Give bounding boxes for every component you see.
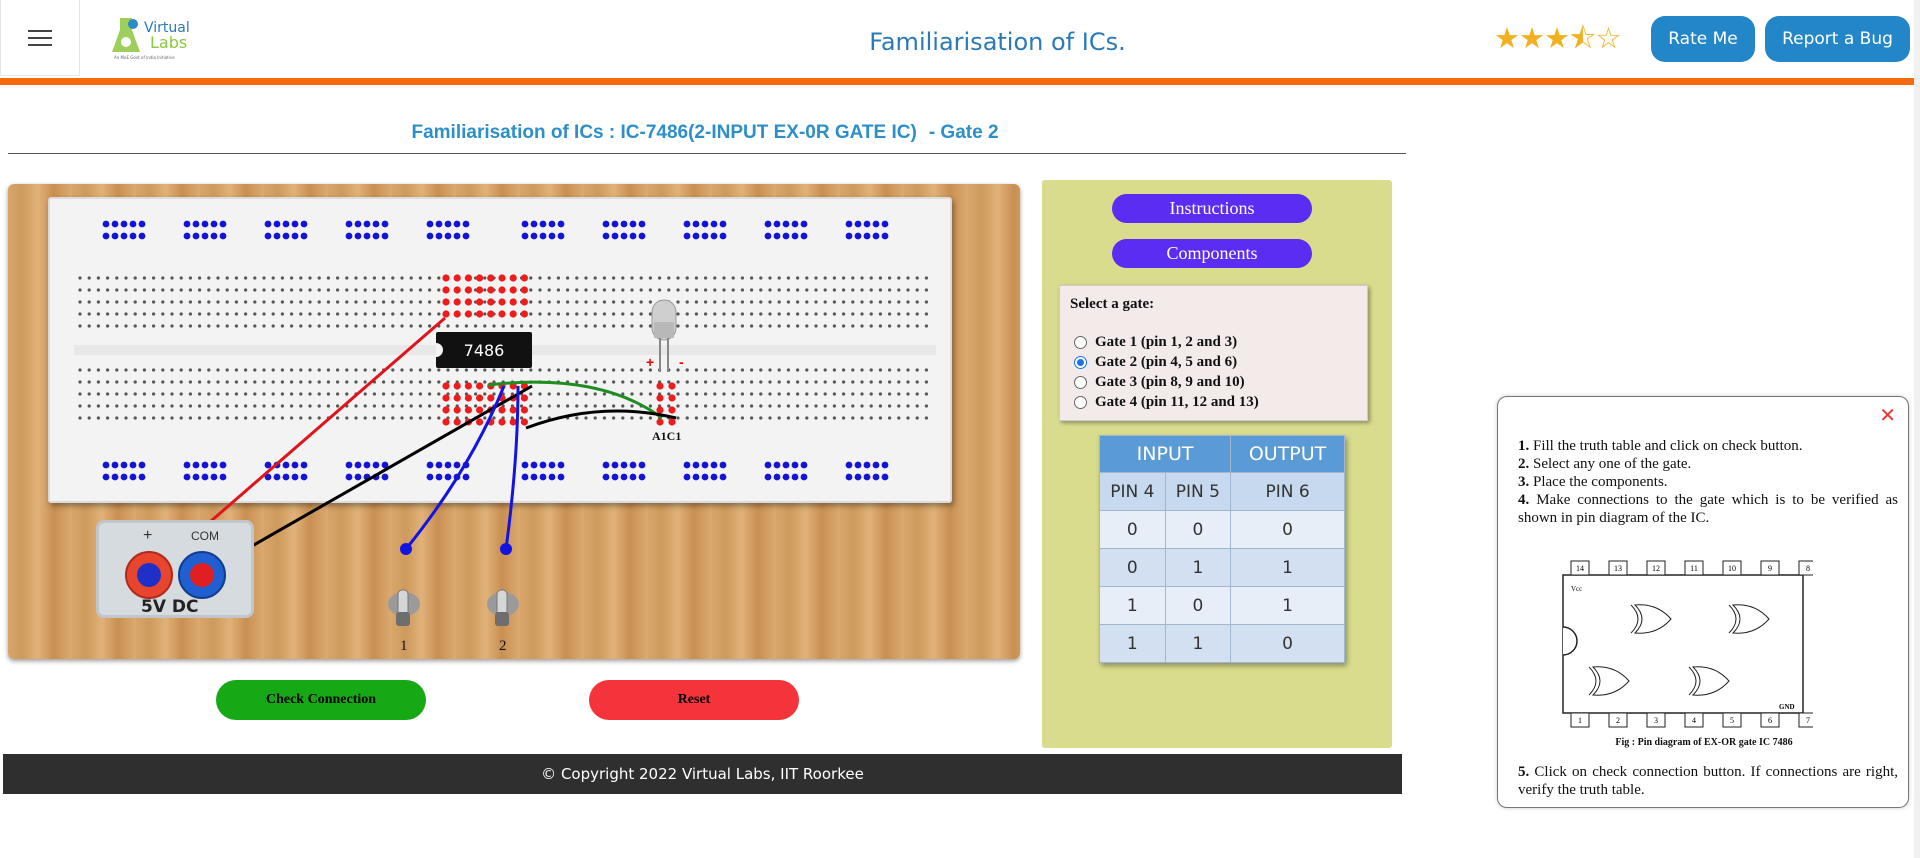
radio-button[interactable]: [1074, 396, 1087, 409]
led-plus-label: +: [646, 354, 654, 370]
ic-label: 7486: [464, 341, 505, 360]
gate-option-2[interactable]: Gate 2 (pin 4, 5 and 6): [1074, 354, 1237, 371]
table-row: 1 0 1: [1099, 586, 1345, 625]
page-scrollbar[interactable]: [1914, 0, 1920, 858]
power-supply[interactable]: + COM 5V DC: [96, 520, 254, 618]
table-row: 1 1 0: [1099, 624, 1345, 663]
gate-option-3[interactable]: Gate 3 (pin 8, 9 and 10): [1074, 374, 1245, 391]
input-header: INPUT: [1098, 435, 1232, 473]
instruction-step: 4. Make connections to the gate which is…: [1518, 492, 1899, 526]
pin-number: 14: [1576, 564, 1584, 573]
table-cell: 1: [1164, 624, 1232, 663]
output-cell[interactable]: 0: [1230, 624, 1345, 663]
vcc-label: Vcc: [1571, 585, 1582, 593]
table-row: 0 0 0: [1099, 510, 1345, 549]
table-cell: 0: [1164, 586, 1232, 625]
switch-2-label: 2: [499, 638, 507, 654]
instruction-step: 1. Fill the truth table and click on che…: [1518, 438, 1803, 454]
toggle-switch-2: [487, 589, 519, 626]
table-cell: 1: [1164, 548, 1232, 587]
radio-button-selected[interactable]: [1074, 356, 1087, 369]
black-wire-led: [525, 409, 677, 430]
table-row: 0 1 1: [1099, 548, 1345, 587]
output-cell[interactable]: 0: [1230, 510, 1345, 549]
psu-voltage-label: 5V DC: [141, 597, 199, 617]
pin-diagram: 14 13 12 11 10 9 8 1234567 Vcc GND: [1562, 560, 1813, 728]
led-id-label: A1C1: [652, 429, 681, 443]
pin-number: 3: [1654, 716, 1658, 725]
toggle-switch-1: [388, 589, 420, 626]
footer: © Copyright 2022 Virtual Labs, IIT Roork…: [3, 754, 1402, 794]
instructions-popup: ✕ 1. Fill the truth table and click on c…: [1497, 396, 1909, 808]
instruction-step: 5. Click on check connection button. If …: [1518, 764, 1899, 798]
instruction-step: 3. Place the components.: [1518, 474, 1668, 490]
pin-number: 4: [1692, 716, 1696, 725]
psu-terminals: [125, 551, 226, 599]
table-cell: 1: [1099, 624, 1166, 663]
led-minus-label: -: [679, 354, 684, 370]
pin-number: 13: [1614, 564, 1622, 573]
pin-number: 9: [1768, 564, 1772, 573]
radio-button[interactable]: [1074, 336, 1087, 349]
gate-option-label: Gate 2 (pin 4, 5 and 6): [1095, 354, 1238, 370]
pin-number: 5: [1730, 716, 1734, 725]
ic-7486-chip: 7486: [436, 332, 532, 368]
reset-button[interactable]: Reset: [589, 680, 799, 720]
output-cell[interactable]: 1: [1230, 548, 1345, 587]
gate-selector: Select a gate: Gate 1 (pin 1, 2 and 3) G…: [1059, 285, 1368, 421]
column-header: PIN 4: [1099, 472, 1166, 511]
pin-number: 10: [1728, 564, 1736, 573]
pin-number: 12: [1652, 564, 1660, 573]
radio-button[interactable]: [1074, 376, 1087, 389]
switch-2-terminal: [500, 543, 512, 555]
gate-selector-label: Select a gate:: [1070, 296, 1155, 312]
truth-table: INPUT OUTPUT PIN 4 PIN 5 PIN 6 0 0 0 0 1…: [1098, 435, 1345, 663]
column-header: PIN 5: [1164, 472, 1232, 511]
instructions-button[interactable]: Instructions: [1112, 194, 1312, 223]
table-cell: 0: [1099, 510, 1166, 549]
gate-option-label: Gate 3 (pin 8, 9 and 10): [1095, 374, 1245, 390]
table-cell: 0: [1164, 510, 1232, 549]
gate-option-1[interactable]: Gate 1 (pin 1, 2 and 3): [1074, 334, 1237, 351]
pin-number: 7: [1806, 716, 1810, 725]
column-header: PIN 6: [1230, 472, 1345, 511]
pin-diagram-caption: Fig : Pin diagram of EX-OR gate IC 7486: [1615, 737, 1793, 748]
gate-option-label: Gate 1 (pin 1, 2 and 3): [1095, 334, 1238, 350]
instructions-list: 1. Fill the truth table and click on che…: [1518, 437, 1898, 527]
gate-option-4[interactable]: Gate 4 (pin 11, 12 and 13): [1074, 394, 1259, 411]
output-header: OUTPUT: [1230, 435, 1345, 473]
pin-number: 8: [1806, 564, 1810, 573]
table-cell: 1: [1099, 586, 1166, 625]
instruction-step: 2. Select any one of the gate.: [1518, 456, 1692, 472]
close-icon[interactable]: ✕: [1879, 403, 1896, 428]
pin-number: 1: [1578, 716, 1582, 725]
gate-option-label: Gate 4 (pin 11, 12 and 13): [1095, 394, 1259, 410]
switch-1-terminal: [400, 543, 412, 555]
table-cell: 0: [1099, 548, 1166, 587]
components-button[interactable]: Components: [1112, 239, 1312, 268]
output-cell[interactable]: 1: [1230, 586, 1345, 625]
check-connection-button[interactable]: Check Connection: [216, 680, 426, 720]
pin-number: 11: [1690, 564, 1698, 573]
gnd-label: GND: [1779, 703, 1795, 711]
switch-1-label: 1: [400, 638, 408, 654]
pin-number: 6: [1768, 716, 1772, 725]
pin-number: 2: [1616, 716, 1620, 725]
